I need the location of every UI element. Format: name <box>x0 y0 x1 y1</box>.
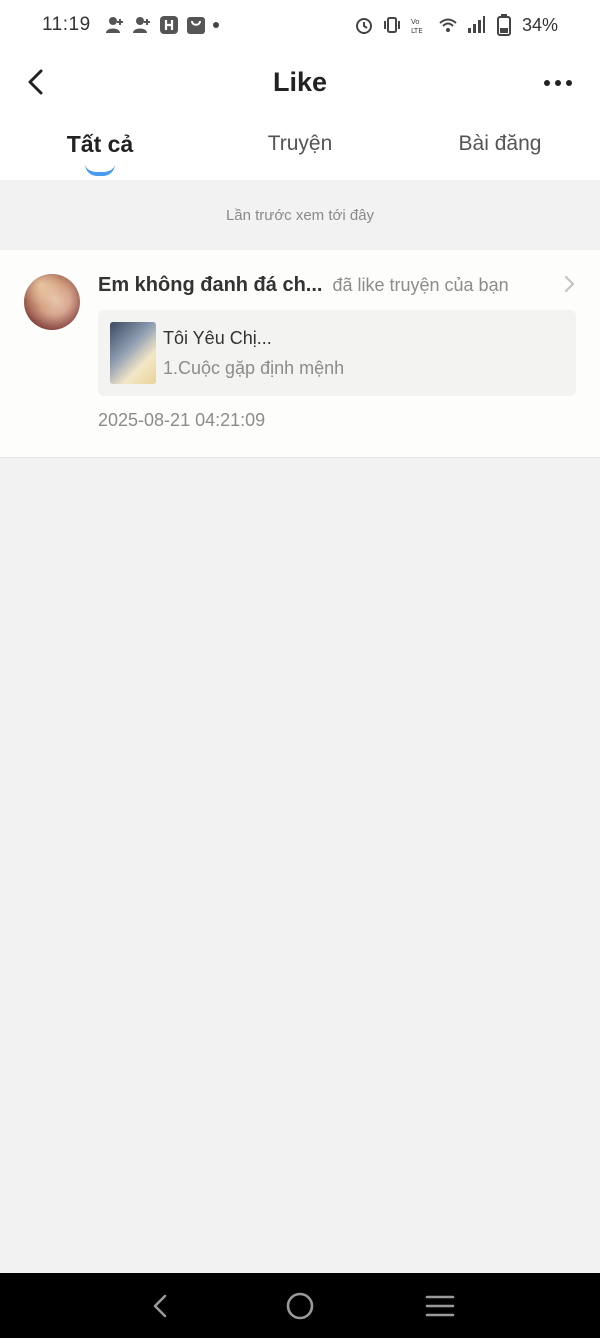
more-dot <box>566 80 572 86</box>
nav-recents-button[interactable] <box>410 1276 470 1336</box>
vibrate-icon <box>382 15 402 35</box>
nav-home-icon <box>286 1292 314 1319</box>
shopping-bag-icon <box>186 15 206 35</box>
signal-icon <box>466 15 486 35</box>
action-text: đã like truyện của bạn <box>332 274 509 295</box>
nav-back-button[interactable] <box>130 1276 190 1336</box>
last-seen-note: Lần trước xem tới đây <box>0 180 600 250</box>
person-add-icon <box>132 15 152 35</box>
status-right-icons: Vo LTE 34% <box>354 14 558 36</box>
person-add-icon <box>105 15 125 35</box>
user-name[interactable]: Em không đanh đá ch... <box>98 274 322 297</box>
avatar[interactable] <box>24 274 80 330</box>
tab-label: Truyện <box>267 132 333 155</box>
nav-back-icon <box>153 1294 167 1317</box>
chevron-left-icon <box>28 69 43 95</box>
app-header: Like <box>0 50 600 114</box>
back-button[interactable] <box>18 64 54 100</box>
timestamp: 2025-08-21 04:21:09 <box>98 410 266 430</box>
h-app-icon <box>159 15 179 35</box>
status-bar: 11:19 Vo LTE 34% <box>0 0 600 50</box>
page-title: Like <box>272 66 328 97</box>
battery-percent: 34% <box>521 14 558 35</box>
battery-icon <box>494 14 514 36</box>
svg-text:LTE: LTE <box>411 27 423 35</box>
svg-text:Vo: Vo <box>411 18 420 26</box>
wifi-icon <box>438 15 458 35</box>
active-tab-indicator <box>85 164 115 176</box>
alarm-icon <box>354 15 374 35</box>
more-dot <box>555 80 561 86</box>
tab-all[interactable]: Tất cả <box>0 114 200 180</box>
notification-header: Em không đanh đá ch... đã like truyện củ… <box>98 272 578 298</box>
tab-label: Tất cả <box>66 131 134 157</box>
volte-icon: Vo LTE <box>410 15 430 35</box>
more-horizontal-icon <box>544 80 550 86</box>
story-preview[interactable]: Tôi Yêu Chị... 1.Cuộc gặp định mệnh <box>98 310 576 396</box>
notification-item[interactable]: Em không đanh đá ch... đã like truyện củ… <box>0 250 600 458</box>
tab-label: Bài đăng <box>458 132 542 155</box>
tab-stories[interactable]: Truyện <box>200 114 400 180</box>
story-title: Tôi Yêu Chị... <box>163 328 272 348</box>
status-left-icons <box>105 15 219 35</box>
story-cover-image <box>110 322 156 384</box>
notification-dot <box>212 22 219 28</box>
avatar-image <box>24 274 80 330</box>
tab-posts[interactable]: Bài đăng <box>400 114 600 180</box>
tab-bar: Tất cả Truyện Bài đăng <box>0 114 600 180</box>
nav-home-button[interactable] <box>270 1276 330 1336</box>
status-time: 11:19 <box>42 14 91 35</box>
story-chapter: 1.Cuộc gặp định mệnh <box>163 358 345 378</box>
nav-menu-icon <box>425 1295 455 1316</box>
chevron-right-icon[interactable] <box>562 274 576 294</box>
system-nav-bar <box>0 1273 600 1338</box>
more-button[interactable] <box>538 66 578 100</box>
